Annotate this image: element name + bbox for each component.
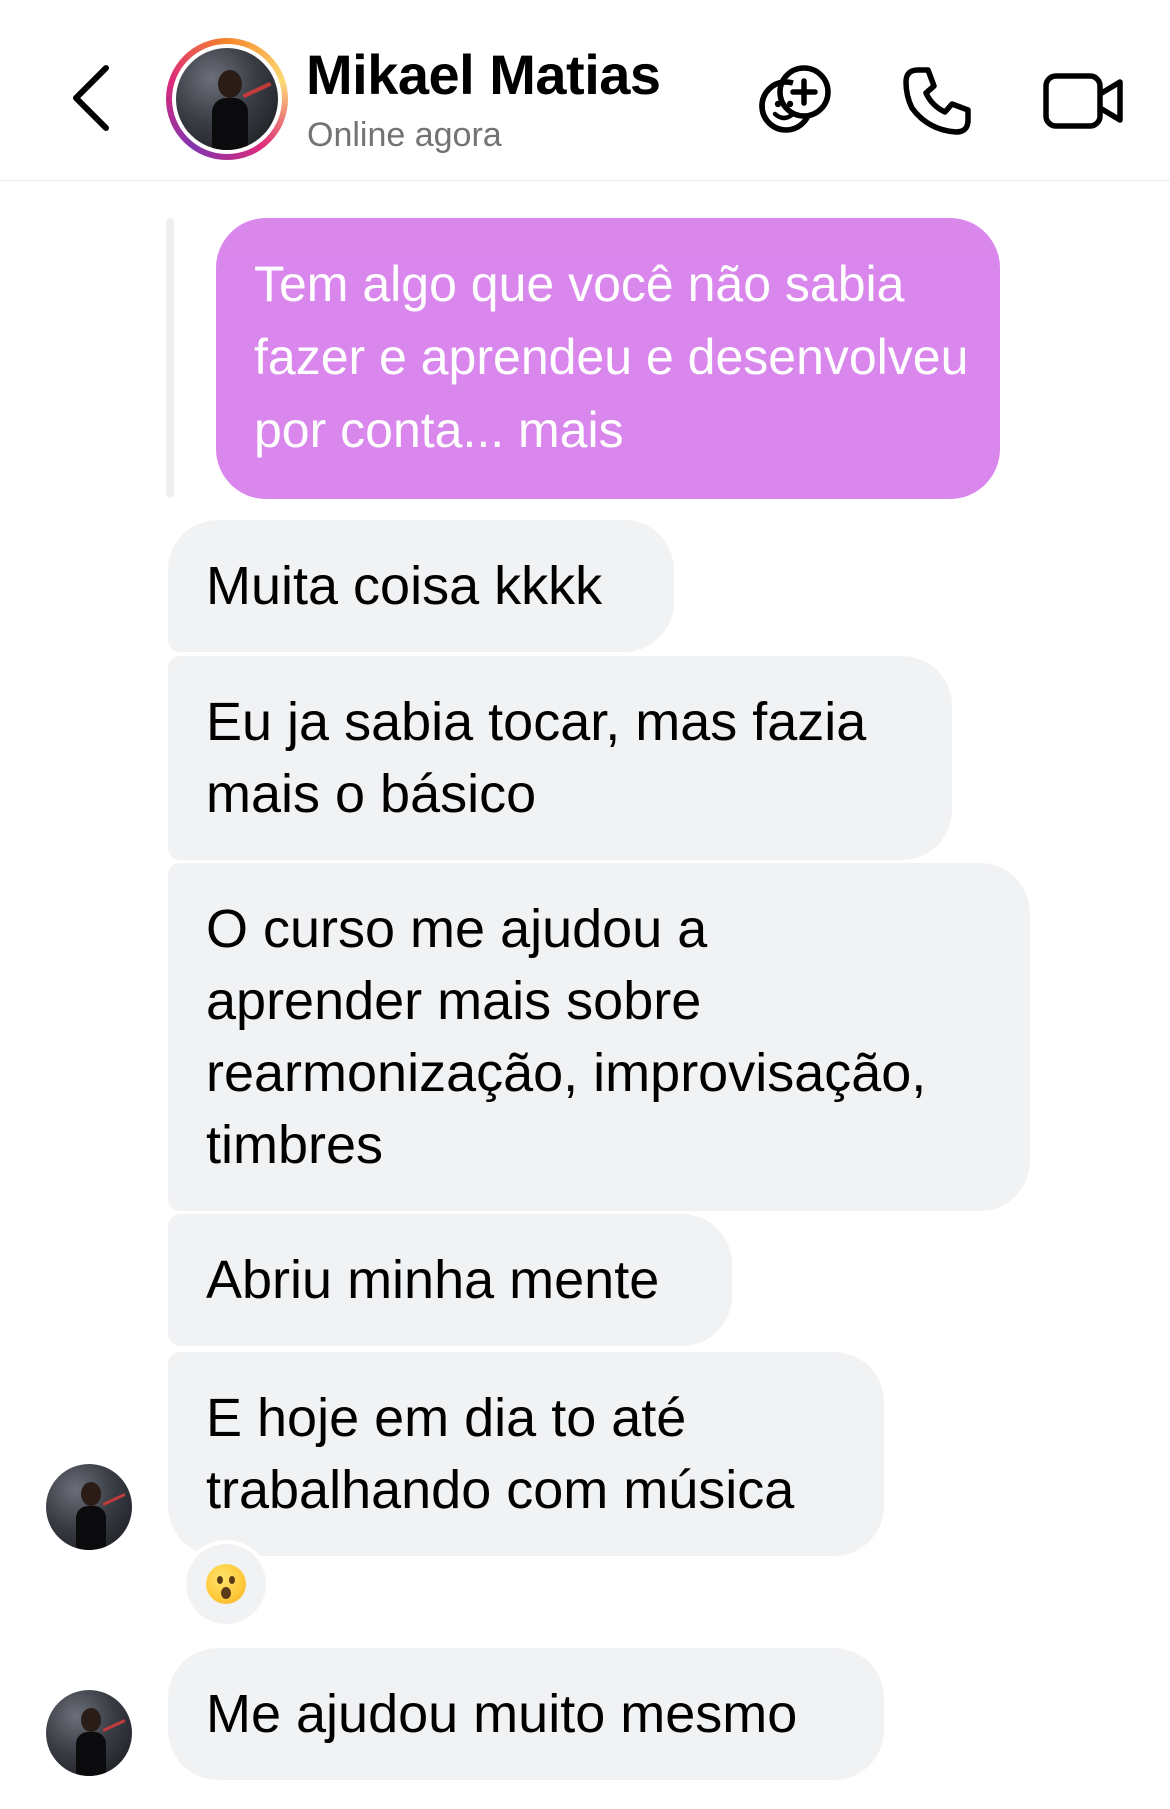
sender-avatar[interactable]	[46, 1690, 132, 1776]
hushed-face-emoji	[206, 1564, 246, 1604]
message-bubble[interactable]: E hoje em dia to até trabalhando com mús…	[168, 1352, 884, 1556]
sender-avatar[interactable]	[46, 1464, 132, 1550]
message-bubble[interactable]: O curso me ajudou a aprender mais sobre …	[168, 863, 1030, 1211]
profile-photo	[46, 1464, 132, 1550]
call-button[interactable]	[898, 62, 976, 140]
video-call-button[interactable]	[1040, 62, 1126, 140]
profile-photo	[176, 48, 278, 150]
chevron-left-icon	[73, 65, 109, 131]
back-button[interactable]	[62, 62, 122, 132]
message-bubble[interactable]: Eu ja sabia tocar, mas fazia mais o bási…	[168, 656, 952, 860]
profile-photo	[46, 1690, 132, 1776]
sent-message-bubble[interactable]: Tem algo que você não sabia fazer e apre…	[216, 218, 1000, 499]
message-bubble[interactable]: Me ajudou muito mesmo	[168, 1648, 884, 1780]
avatar[interactable]	[166, 38, 288, 160]
contact-status: Online agora	[307, 116, 502, 154]
contact-name[interactable]: Mikael Matias	[306, 42, 661, 107]
reply-indicator	[166, 218, 174, 498]
chat-header: Mikael Matias Online agora	[0, 0, 1170, 181]
add-people-button[interactable]	[756, 62, 834, 140]
add-people-icon	[759, 65, 831, 133]
message-bubble[interactable]: Muita coisa kkkk	[168, 520, 674, 652]
video-camera-icon	[1043, 73, 1123, 129]
message-bubble[interactable]: Abriu minha mente	[168, 1214, 732, 1346]
phone-icon	[903, 67, 971, 135]
message-reaction[interactable]	[182, 1540, 270, 1628]
